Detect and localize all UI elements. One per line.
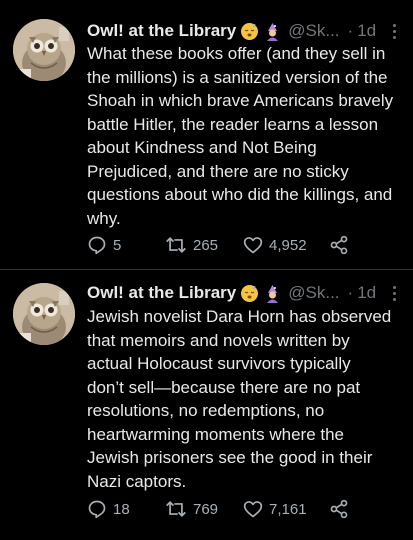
owl-avatar[interactable] (13, 19, 75, 81)
retweet-button[interactable]: 769 (165, 499, 243, 519)
retweet-count: 265 (193, 236, 219, 254)
tweet-actions: 5 265 4,952 (87, 233, 403, 257)
reply-count: 18 (113, 500, 130, 518)
retweet-icon (165, 235, 187, 255)
share-button[interactable] (329, 235, 349, 255)
svg-text:z: z (253, 23, 256, 29)
handle[interactable]: @Sk... (288, 21, 339, 41)
reply-icon (87, 499, 107, 519)
like-count: 7,161 (269, 500, 307, 518)
sleeping-face-emoji: z (240, 22, 259, 41)
tweet-text-line: don’t sell—because there are no pat (87, 377, 361, 397)
more-options-icon[interactable] (385, 21, 403, 41)
tweet-text-line: the millions) is a sanitized version of … (87, 67, 388, 87)
tweet[interactable]: Owl! at the Library z @Sk... · 1d What t… (0, 0, 413, 270)
tweet-text-line: that memoirs and novels written by (87, 330, 350, 350)
timestamp[interactable]: 1d (357, 21, 376, 41)
retweet-count: 769 (193, 500, 219, 518)
reply-count: 5 (113, 236, 122, 254)
tweet-text-line: What these books offer (and they sell in (87, 44, 386, 63)
tweet-header: Owl! at the Library z @Sk... · 1d (87, 280, 407, 306)
like-button[interactable]: 4,952 (243, 235, 329, 255)
reply-button[interactable]: 5 (87, 235, 165, 255)
reply-button[interactable]: 18 (87, 499, 165, 519)
tweet-text-line: Jewish prisoners see the good in their (87, 448, 373, 467)
tweet-text-line: resolutions, no redemptions, no (87, 401, 325, 420)
tweet-actions: 18 769 7,161 (87, 497, 403, 521)
more-options-icon[interactable] (385, 283, 403, 303)
display-name[interactable]: Owl! at the Library (87, 283, 236, 303)
heart-icon (243, 499, 263, 519)
separator: · (347, 21, 354, 40)
tweet-text-line: heartwarming moments where the (87, 424, 345, 444)
share-button[interactable] (329, 499, 349, 519)
tweet-text-line: why. (87, 208, 121, 228)
share-icon (329, 235, 349, 255)
separator: · (347, 283, 354, 302)
tweet[interactable]: Owl! at the Library z @Sk... · 1d Jewish… (0, 270, 413, 540)
tweet-text: Jewish novelist Dara Horn has observed t… (87, 305, 405, 493)
heart-icon (243, 235, 263, 255)
retweet-icon (165, 499, 187, 519)
tweet-text-line: Nazi captors. (87, 471, 187, 491)
svg-text:z: z (253, 285, 256, 291)
tweet-text-line: Shoah in which brave Americans bravely (87, 91, 394, 110)
mage-emoji (263, 22, 282, 41)
tweet-text-line: about Kindness and Not Being (87, 138, 317, 157)
tweet-header: Owl! at the Library z @Sk... · 1d (87, 18, 407, 44)
sleeping-face-emoji: z (240, 284, 259, 303)
timestamp[interactable]: 1d (357, 283, 376, 303)
mage-emoji (263, 284, 282, 303)
reply-icon (87, 235, 107, 255)
tweet-text: What these books offer (and they sell in… (87, 42, 405, 230)
like-count: 4,952 (269, 236, 307, 254)
owl-avatar[interactable] (13, 283, 75, 345)
display-name[interactable]: Owl! at the Library (87, 21, 236, 41)
retweet-button[interactable]: 265 (165, 235, 243, 255)
tweet-text-line: Jewish novelist Dara Horn has observed (87, 307, 392, 326)
tweet-text-line: questions about who did the killings, an… (87, 185, 393, 204)
tweet-text-line: battle Hitler, the reader learns a lesso… (87, 114, 379, 134)
share-icon (329, 499, 349, 519)
tweet-text-line: Prejudiced, and there are no sticky (87, 161, 349, 181)
handle[interactable]: @Sk... (288, 283, 339, 303)
tweet-text-line: actual Holocaust survivors typically (87, 354, 351, 373)
like-button[interactable]: 7,161 (243, 499, 329, 519)
